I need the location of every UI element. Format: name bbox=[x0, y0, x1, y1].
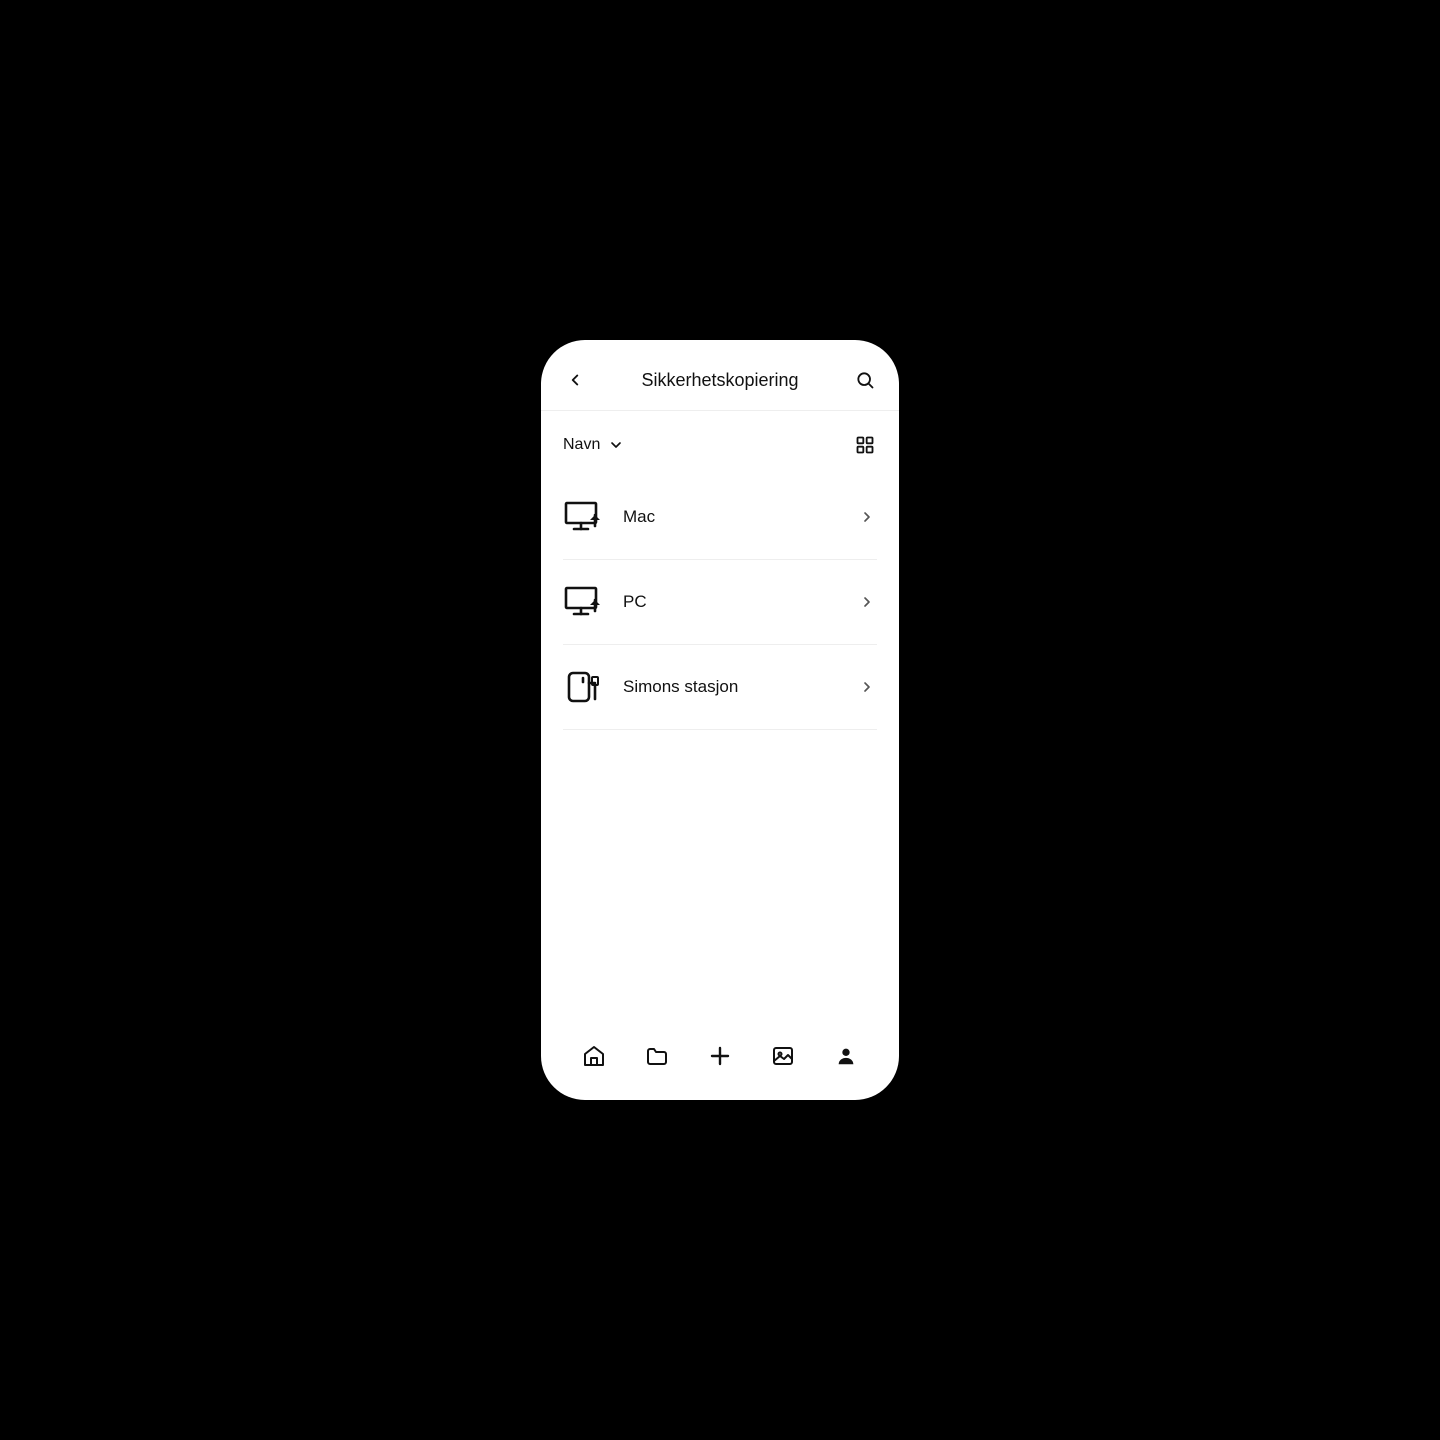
plus-icon bbox=[708, 1044, 732, 1068]
chevron-down-icon bbox=[608, 437, 624, 453]
back-button[interactable] bbox=[563, 368, 587, 392]
page-title: Sikkerhetskopiering bbox=[587, 370, 853, 391]
list-item-label: Simons stasjon bbox=[623, 677, 837, 697]
chevron-right-icon bbox=[857, 677, 877, 697]
tab-account[interactable] bbox=[832, 1042, 860, 1070]
header: Sikkerhetskopiering bbox=[541, 340, 899, 411]
backup-list: Mac PC bbox=[541, 475, 899, 1026]
list-item-drive[interactable]: Simons stasjon bbox=[563, 645, 877, 730]
list-item-label: PC bbox=[623, 592, 837, 612]
search-icon bbox=[855, 370, 875, 390]
person-icon bbox=[835, 1045, 857, 1067]
phone-frame: Sikkerhetskopiering Navn bbox=[541, 340, 899, 1100]
folder-icon bbox=[645, 1044, 669, 1068]
external-drive-icon bbox=[563, 667, 603, 707]
tab-add[interactable] bbox=[706, 1042, 734, 1070]
list-item-mac[interactable]: Mac bbox=[563, 475, 877, 560]
view-toggle-button[interactable] bbox=[853, 433, 877, 457]
list-item-pc[interactable]: PC bbox=[563, 560, 877, 645]
grid-icon bbox=[855, 435, 875, 455]
computer-backup-icon bbox=[563, 582, 603, 622]
sort-row: Navn bbox=[541, 411, 899, 475]
home-icon bbox=[582, 1044, 606, 1068]
tab-files[interactable] bbox=[643, 1042, 671, 1070]
computer-backup-icon bbox=[563, 497, 603, 537]
chevron-right-icon bbox=[857, 592, 877, 612]
chevron-right-icon bbox=[857, 507, 877, 527]
search-button[interactable] bbox=[853, 368, 877, 392]
chevron-left-icon bbox=[566, 371, 584, 389]
image-icon bbox=[771, 1044, 795, 1068]
tab-bar bbox=[541, 1026, 899, 1100]
sort-label: Navn bbox=[563, 436, 600, 454]
tab-photos[interactable] bbox=[769, 1042, 797, 1070]
list-item-label: Mac bbox=[623, 507, 837, 527]
sort-button[interactable]: Navn bbox=[563, 436, 624, 454]
tab-home[interactable] bbox=[580, 1042, 608, 1070]
